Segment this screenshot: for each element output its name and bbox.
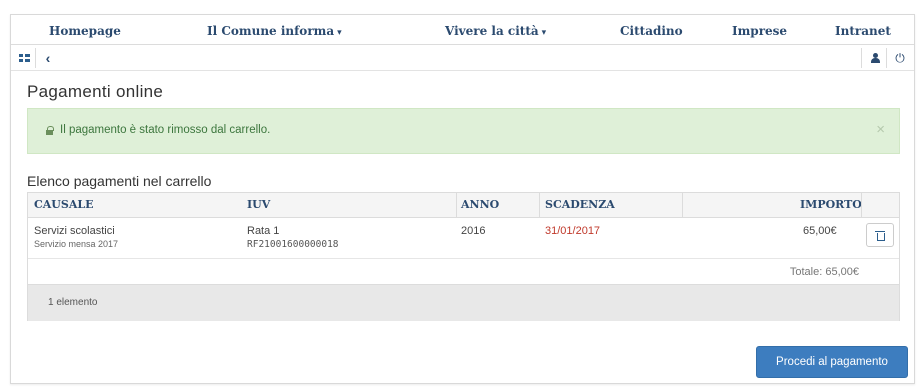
row-anno: 2016 (461, 225, 486, 237)
nav-homepage[interactable]: Homepage (49, 24, 121, 38)
table-row: Servizi scolastici Servizio mensa 2017 R… (28, 219, 899, 259)
nav-comune-informa-label: Il Comune informa (207, 24, 335, 38)
page-title: Pagamenti online (27, 82, 164, 101)
lock-icon (46, 126, 54, 135)
row-importo: 65,00€ (803, 225, 837, 237)
nav-comune-informa[interactable]: Il Comune informa ▾ (207, 24, 342, 38)
grid-menu-button[interactable] (14, 49, 34, 67)
toolbar: ‹ ⏻ (11, 46, 914, 71)
nav-vivere-citta[interactable]: Vivere la città ▾ (445, 24, 546, 38)
chevron-left-icon: ‹ (45, 50, 51, 66)
row-scadenza: 31/01/2017 (545, 225, 601, 237)
row-causale: Servizi scolastici (34, 225, 115, 237)
toolbar-divider (886, 48, 887, 68)
close-icon[interactable]: × (876, 121, 885, 138)
success-alert: Il pagamento è stato rimosso dal carrell… (27, 108, 900, 154)
nav-vivere-citta-label: Vivere la città (445, 24, 539, 38)
row-iuv-code: RF21001600000018 (247, 239, 339, 250)
trash-icon (875, 230, 885, 241)
user-button[interactable] (865, 49, 885, 67)
grid-icon (18, 54, 30, 62)
nav-cittadino-label: Cittadino (620, 24, 683, 38)
column-header-causale[interactable]: CAUSALE (34, 193, 93, 217)
row-iuv: Rata 1 (247, 225, 280, 237)
column-header-importo[interactable]: IMPORTO (800, 193, 862, 217)
nav-imprese[interactable]: Imprese (732, 24, 787, 38)
chevron-down-icon: ▾ (541, 28, 547, 38)
cart-title: Elenco pagamenti nel carrello (27, 173, 212, 189)
column-header-iuv[interactable]: IUV (247, 193, 270, 217)
remove-payment-button[interactable] (866, 223, 894, 247)
column-divider (456, 193, 457, 217)
column-divider (861, 193, 862, 217)
toolbar-divider (35, 48, 36, 68)
nav-imprese-label: Imprese (732, 24, 788, 38)
cart-table: CAUSALE IUV ANNO SCADENZA IMPORTO Serviz… (27, 192, 900, 321)
back-button[interactable]: ‹ (38, 49, 58, 67)
toolbar-divider (861, 48, 862, 68)
logout-button[interactable]: ⏻ (890, 49, 910, 67)
total-row: Totale: 65,00€ (28, 260, 899, 285)
user-icon (870, 53, 880, 63)
column-header-anno[interactable]: ANNO (461, 193, 499, 217)
nav-cittadino[interactable]: Cittadino (620, 24, 683, 38)
nav-intranet-label: Intranet (835, 24, 891, 38)
row-causale-detail: Servizio mensa 2017 (34, 239, 119, 249)
table-footer: 1 elemento (28, 285, 899, 321)
nav-intranet[interactable]: Intranet (835, 24, 891, 38)
app-window: Homepage Il Comune informa ▾ Vivere la ci… (10, 14, 915, 384)
column-divider (539, 193, 540, 217)
column-divider (682, 193, 683, 217)
item-count: 1 elemento (48, 297, 98, 308)
top-navigation: Homepage Il Comune informa ▾ Vivere la ci… (11, 15, 914, 45)
table-header: CAUSALE IUV ANNO SCADENZA IMPORTO (28, 193, 899, 218)
power-icon: ⏻ (895, 50, 905, 65)
cart-total: Totale: 65,00€ (789, 266, 859, 278)
nav-homepage-label: Homepage (49, 24, 121, 38)
chevron-down-icon: ▾ (337, 28, 342, 38)
proceed-to-payment-button[interactable]: Procedi al pagamento (756, 346, 908, 378)
column-header-scadenza[interactable]: SCADENZA (545, 193, 615, 217)
alert-message: Il pagamento è stato rimosso dal carrell… (60, 124, 271, 136)
